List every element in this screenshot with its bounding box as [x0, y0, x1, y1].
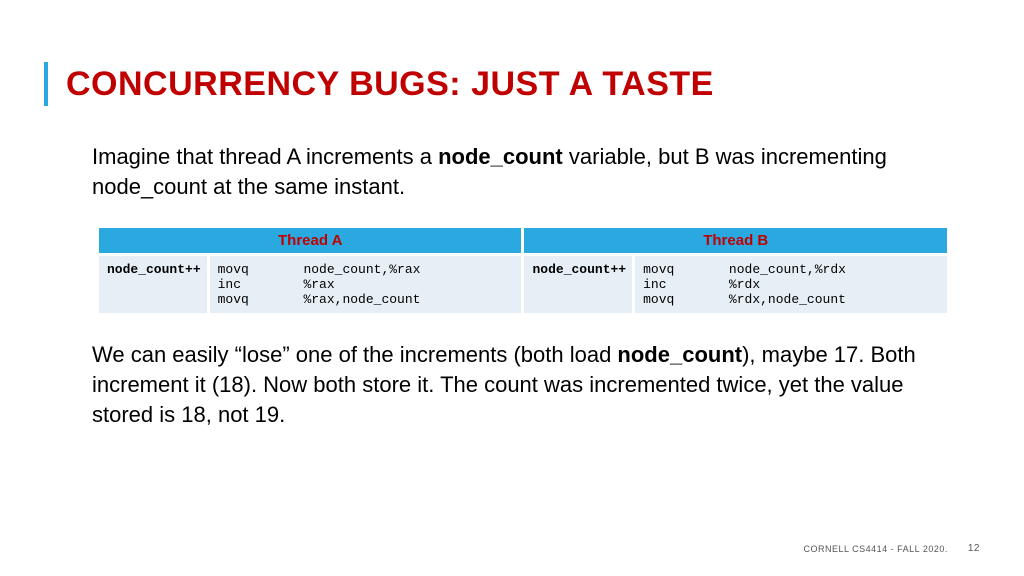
footer-page-number: 12: [968, 543, 980, 554]
slide-footer: CORNELL CS4414 - FALL 2020. 12: [803, 543, 980, 554]
slide: CONCURRENCY BUGS: JUST A TASTE Imagine t…: [0, 0, 1024, 576]
header-thread-b: Thread B: [523, 227, 949, 255]
code-table-wrap: Thread A Thread B node_count++ movq node…: [96, 225, 950, 316]
explain-text-pre: We can easily “lose” one of the incremen…: [92, 342, 617, 367]
cell-a-asm: movq node_count,%rax inc %rax movq %rax,…: [208, 255, 523, 315]
explain-paragraph: We can easily “lose” one of the incremen…: [92, 340, 950, 429]
title-accent-bar: [44, 62, 48, 106]
header-thread-a: Thread A: [98, 227, 523, 255]
table-row: node_count++ movq node_count,%rax inc %r…: [98, 255, 949, 315]
intro-paragraph: Imagine that thread A increments a node_…: [92, 142, 950, 201]
code-table: Thread A Thread B node_count++ movq node…: [96, 225, 950, 316]
footer-course: CORNELL CS4414 - FALL 2020.: [803, 544, 947, 554]
intro-text-bold: node_count: [438, 144, 563, 169]
explain-text-bold: node_count: [617, 342, 742, 367]
cell-b-asm: movq node_count,%rdx inc %rdx movq %rdx,…: [634, 255, 949, 315]
title-wrap: CONCURRENCY BUGS: JUST A TASTE: [44, 62, 980, 106]
table-header-row: Thread A Thread B: [98, 227, 949, 255]
intro-text-pre: Imagine that thread A increments a: [92, 144, 438, 169]
cell-b-code: node_count++: [523, 255, 634, 315]
slide-title: CONCURRENCY BUGS: JUST A TASTE: [66, 65, 714, 104]
cell-a-code: node_count++: [98, 255, 209, 315]
